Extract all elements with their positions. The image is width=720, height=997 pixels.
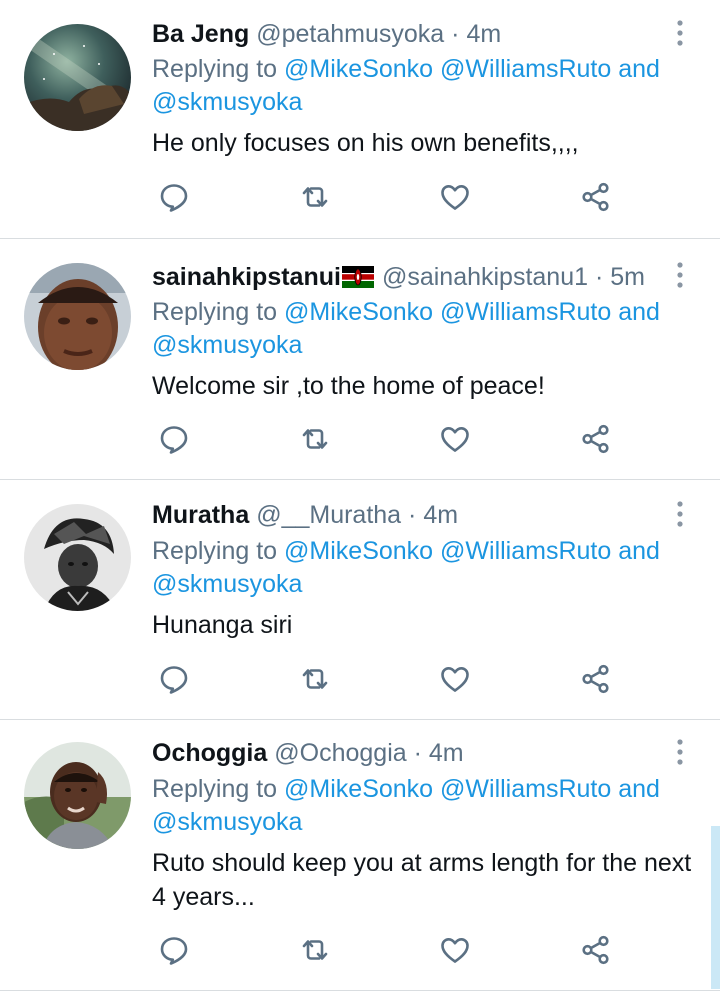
share-icon[interactable] xyxy=(578,179,614,215)
tweet[interactable]: sainahkipstanui @sainahkipstanu1 · 5m Re… xyxy=(0,239,720,480)
retweet-icon[interactable] xyxy=(297,179,333,215)
reply-icon[interactable] xyxy=(156,661,192,697)
replying-to-label: Replying to xyxy=(152,55,285,83)
user-handle[interactable]: @sainahkipstanu1 xyxy=(382,263,588,291)
mention-link[interactable]: @WilliamsRuto xyxy=(440,55,611,83)
tweet[interactable]: Ba Jeng @petahmusyoka · 4m Replying to @… xyxy=(0,0,720,239)
replying-to-label: Replying to xyxy=(152,537,285,565)
mention-link[interactable]: @MikeSonko xyxy=(284,55,433,83)
mention-link[interactable]: @skmusyoka xyxy=(152,570,302,598)
mention-link[interactable]: @skmusyoka xyxy=(152,808,302,836)
mention-and[interactable]: and xyxy=(611,298,660,326)
separator-dot: · xyxy=(413,739,422,767)
tweet-text: Hunanga siri xyxy=(152,611,293,639)
avatar[interactable] xyxy=(24,504,131,611)
mention-and[interactable]: and xyxy=(611,55,660,83)
mention-link[interactable]: @WilliamsRuto xyxy=(440,298,611,326)
avatar[interactable] xyxy=(24,263,131,370)
display-name[interactable]: Muratha xyxy=(152,501,249,529)
retweet-icon[interactable] xyxy=(297,661,333,697)
mention-and[interactable]: and xyxy=(611,537,660,565)
mention-link[interactable]: @MikeSonko xyxy=(284,537,433,565)
mention-link[interactable]: @skmusyoka xyxy=(152,331,302,359)
separator-dot: · xyxy=(451,20,460,48)
mention-link[interactable]: @WilliamsRuto xyxy=(440,537,611,565)
replying-to-label: Replying to xyxy=(152,775,285,803)
replying-to: Replying to @MikeSonko @WilliamsRuto and… xyxy=(152,773,692,839)
display-name[interactable]: Ba Jeng xyxy=(152,20,249,48)
timestamp[interactable]: 5m xyxy=(610,263,645,291)
mention-link[interactable]: @MikeSonko xyxy=(284,775,433,803)
like-icon[interactable] xyxy=(437,421,473,457)
retweet-icon[interactable] xyxy=(297,421,333,457)
more-options-icon[interactable] xyxy=(668,498,692,530)
tweet-header: Muratha @__Muratha · 4m xyxy=(152,498,458,532)
mention-link[interactable]: @WilliamsRuto xyxy=(440,775,611,803)
like-icon[interactable] xyxy=(437,932,473,968)
tweet[interactable]: Muratha @__Muratha · 4m Replying to @Mik… xyxy=(0,480,720,720)
retweet-icon[interactable] xyxy=(297,932,333,968)
replying-to-label: Replying to xyxy=(152,298,285,326)
display-name[interactable]: Ochoggia xyxy=(152,739,267,767)
reply-icon[interactable] xyxy=(156,932,192,968)
user-handle[interactable]: @Ochoggia xyxy=(274,739,406,767)
scrollbar-thumb[interactable] xyxy=(711,826,720,989)
share-icon[interactable] xyxy=(578,661,614,697)
replying-to: Replying to @MikeSonko @WilliamsRuto and… xyxy=(152,535,692,601)
user-handle[interactable]: @petahmusyoka xyxy=(256,20,444,48)
more-options-icon[interactable] xyxy=(668,736,692,768)
mention-link[interactable]: @skmusyoka xyxy=(152,88,302,116)
separator-dot: · xyxy=(408,501,417,529)
display-name[interactable]: sainahkipstanui xyxy=(152,263,341,291)
more-options-icon[interactable] xyxy=(668,17,692,49)
replying-to: Replying to @MikeSonko @WilliamsRuto and… xyxy=(152,53,692,119)
replying-to: Replying to @MikeSonko @WilliamsRuto and… xyxy=(152,296,692,362)
tweet-text: Ruto should keep you at arms length for … xyxy=(152,849,692,911)
timestamp[interactable]: 4m xyxy=(423,501,458,529)
timestamp[interactable]: 4m xyxy=(429,739,464,767)
mention-and[interactable]: and xyxy=(611,775,660,803)
more-options-icon[interactable] xyxy=(668,259,692,291)
avatar[interactable] xyxy=(24,742,131,849)
share-icon[interactable] xyxy=(578,932,614,968)
timestamp[interactable]: 4m xyxy=(466,20,501,48)
separator-dot: · xyxy=(594,263,604,291)
tweet-text: He only focuses on his own benefits,,,, xyxy=(152,129,579,157)
user-handle[interactable]: @__Muratha xyxy=(256,501,401,529)
like-icon[interactable] xyxy=(437,661,473,697)
like-icon[interactable] xyxy=(437,179,473,215)
tweet-header: Ba Jeng @petahmusyoka · 4m xyxy=(152,17,501,51)
share-icon[interactable] xyxy=(578,421,614,457)
kenya-flag-icon xyxy=(341,266,374,288)
reply-icon[interactable] xyxy=(156,179,192,215)
tweet[interactable]: Ochoggia @Ochoggia · 4m Replying to @Mik… xyxy=(0,720,720,991)
tweet-header: sainahkipstanui @sainahkipstanu1 · 5m xyxy=(152,260,645,294)
reply-icon[interactable] xyxy=(156,421,192,457)
tweet-header: Ochoggia @Ochoggia · 4m xyxy=(152,736,464,770)
mention-link[interactable]: @MikeSonko xyxy=(284,298,433,326)
tweet-text: Welcome sir ,to the home of peace! xyxy=(152,372,545,400)
avatar[interactable] xyxy=(24,24,131,131)
